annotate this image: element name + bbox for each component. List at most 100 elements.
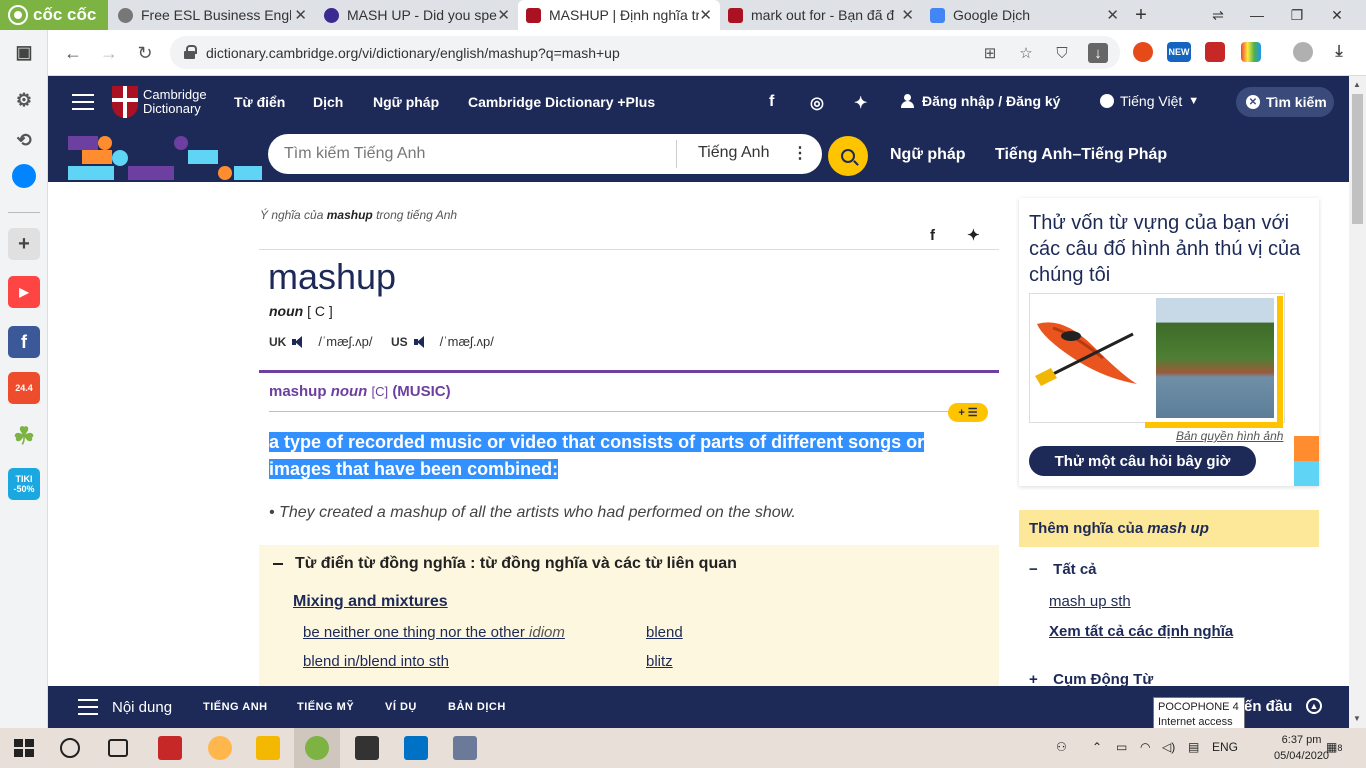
language-indicator[interactable]: ENG (1212, 740, 1238, 754)
app-icon[interactable] (158, 736, 182, 760)
tab-british[interactable]: TIẾNG ANH (203, 701, 268, 713)
cambridge-logo[interactable]: Cambridge Dictionary (112, 86, 207, 118)
nav-dictionary[interactable]: Từ điển (234, 94, 285, 110)
tiki-icon[interactable]: TIKI -50% (8, 468, 40, 500)
browser-tab-4[interactable]: mark out for - Bạn đã đ ✕ (720, 0, 922, 30)
extension-color-icon[interactable] (1241, 42, 1261, 62)
twitter-share-icon[interactable]: ✦ (967, 227, 980, 244)
nav-grammar[interactable]: Ngữ pháp (373, 94, 439, 110)
search-input[interactable]: Tìm kiếm Tiếng Anh Tiếng Anh ⋮ (268, 134, 822, 174)
notifications-icon[interactable]: ▦8 (1326, 740, 1342, 754)
close-icon[interactable]: ✕ (497, 6, 510, 24)
grammar-link[interactable]: Ngữ pháp (890, 146, 966, 164)
menu-icon[interactable] (72, 94, 94, 110)
thesaurus-category-link[interactable]: Mixing and mixtures (293, 593, 448, 611)
speaker-icon[interactable] (292, 335, 306, 348)
battery-icon[interactable]: ▭ (1116, 740, 1127, 754)
english-french-link[interactable]: Tiếng Anh–Tiếng Pháp (995, 146, 1167, 164)
see-all-definitions-link[interactable]: Xem tất cả các định nghĩa (1049, 623, 1233, 640)
arrow-up-icon[interactable]: ▲ (1306, 698, 1322, 714)
coccoc-menu-button[interactable]: cốc cốc (0, 0, 108, 30)
page-scrollbar[interactable]: ▲ ▼ (1349, 76, 1366, 728)
reload-button[interactable]: ↻ (130, 38, 160, 68)
thesaurus-link[interactable]: blend (646, 624, 683, 641)
coccoc-green-icon[interactable]: ☘ (8, 420, 40, 452)
scrollbar-thumb[interactable] (1352, 94, 1363, 224)
people-icon[interactable]: ⚇ (1056, 740, 1067, 754)
keyboard-icon[interactable]: ▤ (1188, 740, 1199, 754)
back-button[interactable]: ← (58, 38, 88, 68)
image-credit-link[interactable]: Bản quyền hình ảnh (1176, 429, 1283, 443)
messenger-icon[interactable] (12, 164, 36, 188)
speaker-icon[interactable] (413, 335, 428, 348)
thesaurus-link[interactable]: be neither one thing nor the other idiom (303, 624, 565, 641)
new-tab-button[interactable]: + (1121, 0, 1161, 30)
download-video-icon[interactable]: ↓ (1088, 43, 1108, 63)
task-view-icon[interactable] (108, 739, 128, 757)
tab-examples[interactable]: VÍ DỤ (385, 701, 417, 713)
sticky-notes-icon[interactable] (355, 736, 379, 760)
contents-button[interactable]: Nội dung (112, 699, 172, 716)
tab-menu-icon[interactable]: ⇌ (1198, 0, 1238, 30)
search-language-select[interactable]: Tiếng Anh (698, 144, 769, 162)
translate-page-icon[interactable]: ⊞ (980, 43, 1000, 63)
nav-translate[interactable]: Dịch (313, 94, 343, 110)
app-icon[interactable] (453, 736, 477, 760)
instagram-icon[interactable]: ◎ (810, 93, 824, 113)
scroll-down-icon[interactable]: ▼ (1353, 714, 1361, 723)
wifi-icon[interactable]: ◠ (1140, 740, 1150, 754)
related-link[interactable]: mash up sth (1049, 593, 1131, 610)
chevron-up-icon[interactable]: ⌃ (1092, 740, 1102, 754)
extension-icon[interactable] (1133, 42, 1153, 62)
back-to-top-label[interactable]: ến đầu (1244, 698, 1292, 715)
browser-tab-3[interactable]: MASHUP | Định nghĩa tr ✕ (518, 0, 720, 30)
search-toggle-button[interactable]: ✕ Tìm kiếm (1236, 87, 1334, 117)
nav-plus[interactable]: Cambridge Dictionary +Plus (468, 94, 655, 110)
scroll-up-icon[interactable]: ▲ (1353, 80, 1361, 89)
facebook-icon[interactable]: f (769, 93, 774, 111)
add-app-icon[interactable]: + (8, 228, 40, 260)
all-meanings-toggle[interactable]: − Tất cả (1029, 561, 1097, 578)
thesaurus-link[interactable]: blitz (646, 653, 673, 670)
browser-tab-2[interactable]: MASH UP - Did you spe ✕ (316, 0, 518, 30)
close-icon[interactable]: ✕ (901, 6, 914, 24)
close-icon[interactable]: ✕ (1106, 6, 1119, 24)
youtube-icon[interactable]: ▶ (8, 276, 40, 308)
more-options-icon[interactable]: ⋮ (792, 143, 808, 163)
coccoc-taskbar-icon[interactable] (305, 736, 329, 760)
taskbar-clock[interactable]: 6:37 pm 05/04/2020 (1274, 732, 1329, 764)
outlook-icon[interactable] (404, 736, 428, 760)
login-link[interactable]: Đăng nhập / Đăng ký (900, 93, 1060, 109)
windows-start-icon[interactable] (12, 736, 36, 760)
settings-gear-icon[interactable]: ⚙ (8, 84, 40, 116)
thesaurus-link[interactable]: blend in/blend into sth (303, 653, 449, 670)
sidebar-toggle-icon[interactable]: ▣ (8, 36, 40, 68)
tab-american[interactable]: TIẾNG MỸ (297, 701, 354, 713)
maximize-button[interactable]: ❐ (1277, 0, 1317, 30)
profile-avatar[interactable] (1293, 42, 1313, 62)
extension-red-icon[interactable] (1205, 42, 1225, 62)
try-quiz-button[interactable]: Thử một câu hỏi bây giờ (1029, 446, 1256, 476)
tab-translations[interactable]: BẢN DỊCH (448, 701, 506, 713)
browser-tab-1[interactable]: Free ESL Business Englis ✕ (110, 0, 315, 30)
facebook-share-icon[interactable]: f (930, 227, 935, 244)
new-extension-icon[interactable]: NEW (1167, 42, 1191, 62)
minimize-button[interactable]: — (1237, 0, 1277, 30)
thesaurus-toggle[interactable]: Từ điển từ đồng nghĩa : từ đồng nghĩa và… (273, 555, 737, 573)
bookmark-star-icon[interactable]: ☆ (1016, 43, 1036, 63)
language-selector[interactable]: Tiếng Việt ▼ (1100, 93, 1199, 109)
address-bar[interactable]: dictionary.cambridge.org/vi/dictionary/e… (170, 36, 1120, 69)
search-icon[interactable] (60, 738, 80, 758)
search-button[interactable] (828, 136, 868, 176)
menu-icon[interactable] (78, 699, 98, 715)
facebook-icon[interactable]: f (8, 326, 40, 358)
downloads-icon[interactable]: ⤓ (1329, 42, 1349, 62)
shield-icon[interactable]: ⛉ (1052, 43, 1072, 63)
history-icon[interactable]: ⟲ (8, 124, 40, 156)
add-to-wordlist-button[interactable]: + ☰ (948, 403, 988, 422)
shopee-icon[interactable]: 24.4 (8, 372, 40, 404)
twitter-icon[interactable]: ✦ (854, 93, 867, 113)
close-icon[interactable]: ✕ (294, 6, 307, 24)
paint-icon[interactable] (208, 736, 232, 760)
browser-tab-5[interactable]: Google Dịch ✕ (922, 0, 1127, 30)
